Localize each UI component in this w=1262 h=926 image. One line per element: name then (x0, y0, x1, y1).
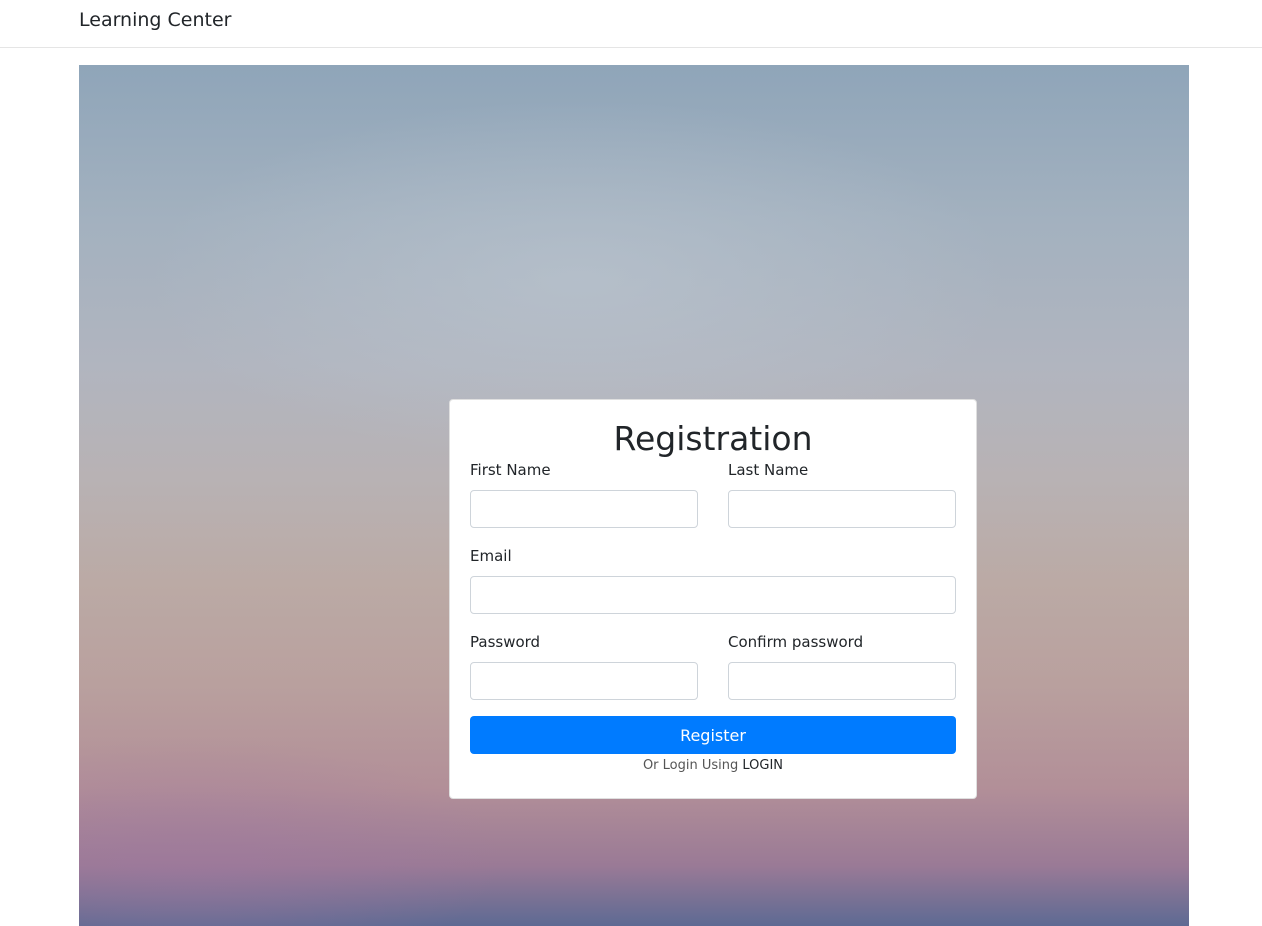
confirm-password-input[interactable] (728, 662, 956, 700)
password-label: Password (470, 633, 541, 651)
first-name-label: First Name (470, 461, 551, 479)
register-button[interactable]: Register (470, 716, 956, 754)
navbar: Learning Center (0, 0, 1262, 48)
email-input[interactable] (470, 576, 956, 614)
login-link[interactable]: LOGIN (742, 758, 783, 773)
password-input[interactable] (470, 662, 698, 700)
brand-link[interactable]: Learning Center (79, 8, 231, 32)
last-name-input[interactable] (728, 490, 956, 528)
confirm-password-label: Confirm password (728, 633, 864, 651)
first-name-input[interactable] (470, 490, 698, 528)
login-alternative: Or Login Using LOGIN (450, 757, 976, 775)
form-title: Registration (613, 419, 813, 458)
registration-card: Registration First Name Last Name Email … (449, 399, 977, 799)
email-label: Email (470, 547, 512, 565)
login-alternative-text: Or Login Using (642, 758, 739, 773)
last-name-label: Last Name (728, 461, 809, 479)
hero-background: Registration First Name Last Name Email … (79, 65, 1189, 926)
